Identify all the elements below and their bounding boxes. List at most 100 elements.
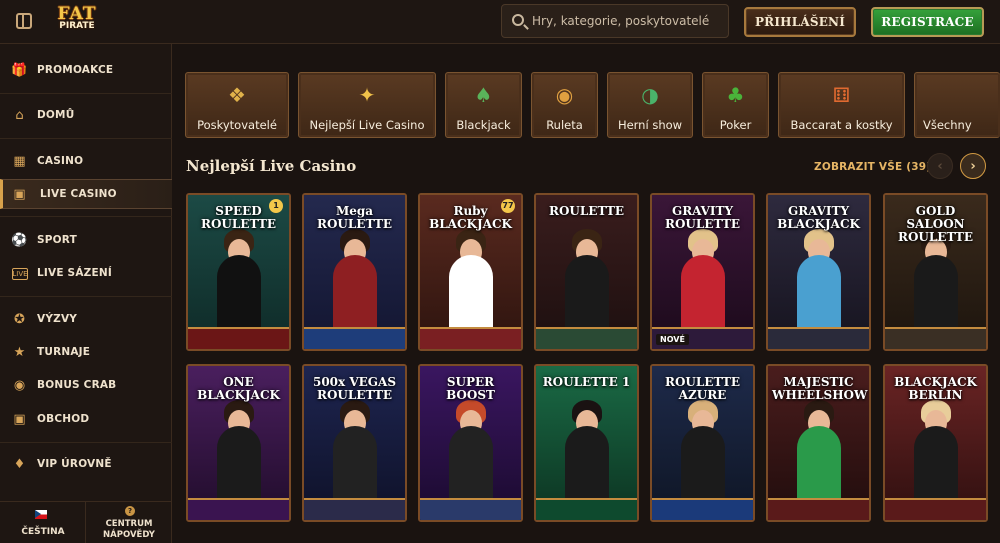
new-badge: NOVÉ xyxy=(656,334,689,345)
category-tile-ruleta[interactable]: ◉ Ruleta xyxy=(531,72,598,138)
search-icon xyxy=(512,14,524,26)
category-tile-poskytovatele[interactable]: ❖ Poskytovatelé xyxy=(185,72,289,138)
casino-icon: ▦ xyxy=(13,154,26,169)
category-tile-herni-show[interactable]: ◑ Herní show xyxy=(607,72,693,138)
category-tile-baccarat-a-kostky[interactable]: ⚅ Baccarat a kostky xyxy=(778,72,905,138)
game-table xyxy=(885,327,986,349)
chevron-left-icon: ‹ xyxy=(937,158,943,174)
game-tile[interactable]: GRAVITY ROULETTE NOVÉ xyxy=(650,193,755,351)
sidebar-item-label: LIVE SÁZENÍ xyxy=(37,267,112,279)
game-table xyxy=(188,327,289,349)
divider xyxy=(0,216,172,217)
category-tile-vsechny[interactable]: Všechny xyxy=(914,72,1000,138)
dealer-figure xyxy=(796,255,841,333)
game-tile[interactable]: MAJESTIC WHEELSHOW xyxy=(766,364,871,522)
diamond-icon: ♦ xyxy=(13,457,26,472)
category-label: Herní show xyxy=(617,118,683,132)
category-label: Nejlepší Live Casino xyxy=(309,118,425,132)
sidebar-item-obchod[interactable]: ▣ OBCHOD xyxy=(0,405,172,435)
help-center-label: CENTRUM NÁPOVĚDY xyxy=(86,519,172,541)
sidebar-item-label: SPORT xyxy=(37,234,77,246)
sidebar: 🎁 PROMOAKCE ⌂ DOMŮ ▦ CASINO ▣ LIVE CASIN… xyxy=(0,44,172,543)
game-title: Mega ROULETTE xyxy=(316,204,393,231)
main-content: ❖ Poskytovatelé ✦ Nejlepší Live Casino ♠… xyxy=(172,44,1000,543)
dealer-figure xyxy=(216,426,261,504)
sidebar-item-vip-urovne[interactable]: ♦ VIP ÚROVNĚ xyxy=(0,450,172,480)
register-button[interactable]: REGISTRACE xyxy=(871,7,984,37)
chevron-right-icon: › xyxy=(970,158,976,174)
carousel-prev-button[interactable]: ‹ xyxy=(927,153,953,179)
sidebar-item-label: LIVE CASINO xyxy=(40,188,117,200)
game-title: ROULETTE xyxy=(548,204,625,218)
game-tile[interactable]: 500x VEGAS ROULETTE xyxy=(302,364,407,522)
sidebar-toggle-icon[interactable] xyxy=(16,13,32,29)
game-tile[interactable]: SUPER BOOST xyxy=(418,364,523,522)
game-title: GOLD SALOON ROULETTE xyxy=(897,204,974,244)
category-tile-poker[interactable]: ♣ Poker xyxy=(702,72,769,138)
game-tile[interactable]: GRAVITY BLACKJACK xyxy=(766,193,871,351)
sidebar-item-label: VÝZVY xyxy=(37,313,78,325)
game-tile[interactable]: BLACKJACK BERLIN xyxy=(883,364,988,522)
sidebar-item-label: TURNAJE xyxy=(37,346,91,358)
dealer-figure xyxy=(332,255,377,333)
search-box[interactable] xyxy=(501,4,729,38)
sidebar-item-live-casino[interactable]: ▣ LIVE CASINO xyxy=(0,179,172,209)
login-button[interactable]: PŘIHLÁŠENÍ xyxy=(744,7,856,37)
dealer-figure xyxy=(680,255,725,333)
game-table xyxy=(536,498,637,520)
czech-flag-icon xyxy=(35,510,47,519)
sidebar-item-casino[interactable]: ▦ CASINO xyxy=(0,147,172,177)
sidebar-item-sport[interactable]: ⚽ SPORT xyxy=(0,226,172,256)
game-tile[interactable]: GOLD SALOON ROULETTE xyxy=(883,193,988,351)
category-tile-blackjack[interactable]: ♠ Blackjack xyxy=(445,72,522,138)
game-title: BLACKJACK BERLIN xyxy=(894,375,977,402)
show-all-link[interactable]: ZOBRAZIT VŠE (39) xyxy=(814,161,931,173)
dealer-figure xyxy=(448,426,493,504)
poker-icon: ♣ xyxy=(726,83,745,107)
sidebar-item-turnaje[interactable]: ★ TURNAJE xyxy=(0,338,172,368)
game-tile[interactable]: SPEED ROULETTE 1 xyxy=(186,193,291,351)
category-tile-nejlepsi-live-casino[interactable]: ✦ Nejlepší Live Casino xyxy=(298,72,436,138)
sidebar-item-promoakce[interactable]: 🎁 PROMOAKCE xyxy=(0,56,172,86)
category-label: Poker xyxy=(719,118,752,132)
dealer-figure xyxy=(564,426,609,504)
sidebar-item-vyzvy[interactable]: ✪ VÝZVY xyxy=(0,305,172,335)
carousel-next-button[interactable]: › xyxy=(960,153,986,179)
help-center-link[interactable]: ? CENTRUM NÁPOVĚDY xyxy=(86,502,172,543)
live-casino-icon: ▣ xyxy=(13,187,26,202)
football-icon: ⚽ xyxy=(11,233,28,248)
all-icon xyxy=(944,82,972,108)
crab-icon: ◉ xyxy=(13,378,26,393)
game-title: ROULETTE 1 xyxy=(542,375,631,389)
language-selector[interactable]: ČEŠTINA xyxy=(0,502,86,543)
game-tile[interactable]: Ruby BLACKJACK 77 xyxy=(418,193,523,351)
section-title: Nejlepší Live Casino xyxy=(186,157,357,175)
game-tile[interactable]: Mega ROULETTE xyxy=(302,193,407,351)
sidebar-footer: ČEŠTINA ? CENTRUM NÁPOVĚDY xyxy=(0,501,172,543)
sidebar-item-label: PROMOAKCE xyxy=(37,64,114,76)
game-table xyxy=(304,498,405,520)
game-tile[interactable]: ROULETTE xyxy=(534,193,639,351)
game-tile[interactable]: ROULETTE 1 xyxy=(534,364,639,522)
game-title: ROULETTE AZURE xyxy=(664,375,741,402)
sidebar-item-live-sazeni[interactable]: LIVE LIVE SÁZENÍ xyxy=(0,259,172,289)
dealer-figure xyxy=(913,255,958,333)
divider xyxy=(0,296,172,297)
logo[interactable]: FAT PIRATE xyxy=(46,6,108,38)
divider xyxy=(0,442,172,443)
dealer-figure xyxy=(796,426,841,504)
dealer-figure xyxy=(448,255,493,333)
game-title: SUPER BOOST xyxy=(446,375,495,402)
game-tile[interactable]: ROULETTE AZURE xyxy=(650,364,755,522)
gift-icon: 🎁 xyxy=(11,63,28,78)
category-label: Poskytovatelé xyxy=(197,118,277,132)
medal-icon: ✪ xyxy=(14,312,25,327)
sidebar-item-domu[interactable]: ⌂ DOMŮ xyxy=(0,101,172,131)
dealer-figure xyxy=(913,426,958,504)
game-table xyxy=(536,327,637,349)
search-input[interactable] xyxy=(532,11,722,31)
sidebar-item-bonus-crab[interactable]: ◉ BONUS CRAB xyxy=(0,371,172,401)
scroll-icon: ❖ xyxy=(228,83,246,107)
game-tile[interactable]: ONE BLACKJACK xyxy=(186,364,291,522)
category-label: Ruleta xyxy=(546,118,583,132)
